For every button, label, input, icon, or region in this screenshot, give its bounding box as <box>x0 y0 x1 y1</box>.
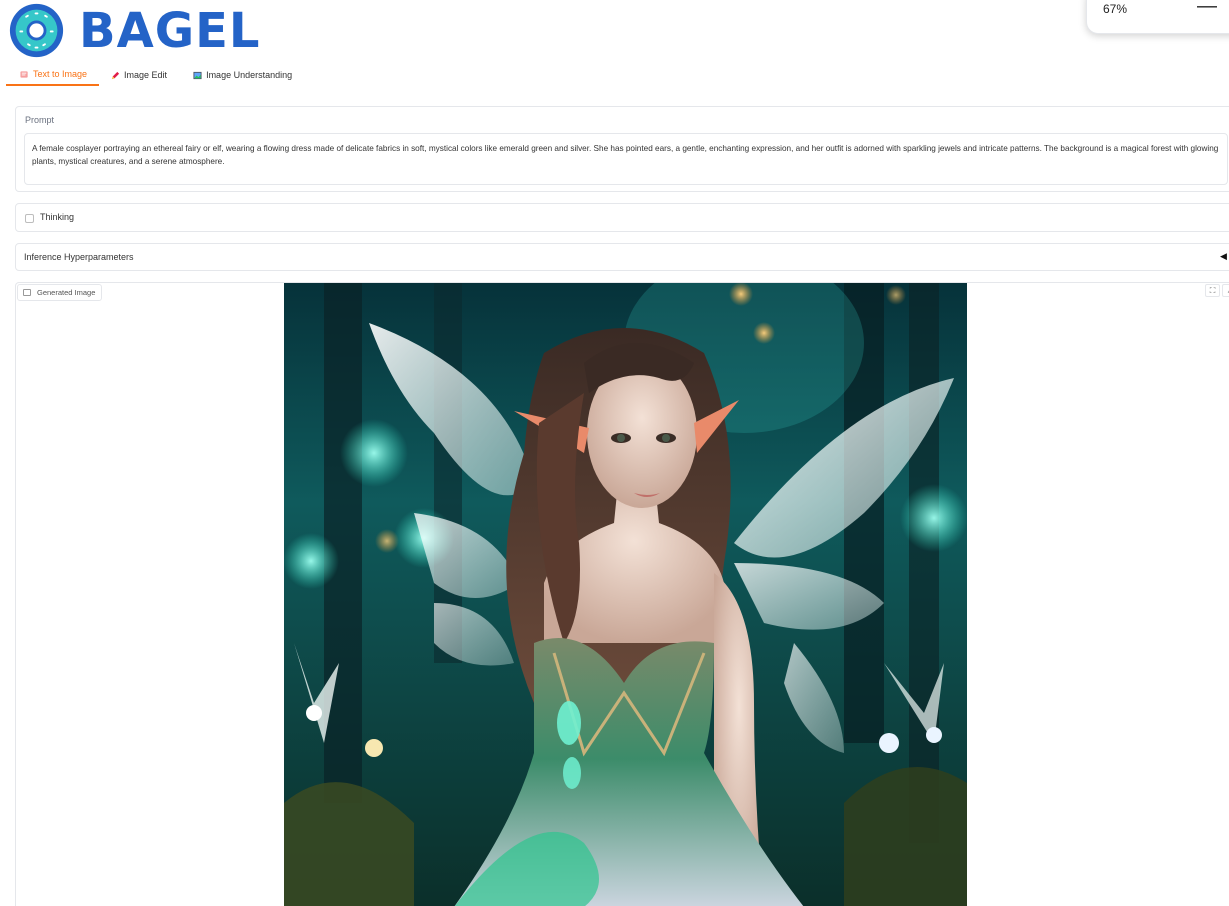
generated-image-label-text: Generated Image <box>37 288 96 297</box>
download-icon[interactable]: ⤓ <box>1222 284 1229 297</box>
generated-image <box>284 283 967 906</box>
zoom-level: 67% <box>1103 2 1128 16</box>
framed-picture-icon <box>193 71 202 79</box>
tab-image-edit-label: Image Edit <box>124 70 168 80</box>
tab-image-understanding-label: Image Understanding <box>206 70 293 80</box>
thinking-panel: Thinking <box>15 203 1229 232</box>
tab-image-understanding[interactable]: Image Understanding <box>179 64 304 86</box>
image-toolbar: ⛶ ⤓ <box>1205 284 1229 297</box>
tab-image-edit[interactable]: Image Edit <box>99 64 179 86</box>
pencil-icon <box>111 71 120 79</box>
thinking-label: Thinking <box>40 212 75 222</box>
fullscreen-icon[interactable]: ⛶ <box>1205 284 1220 297</box>
caret-left-icon[interactable]: ◀ <box>1220 251 1227 262</box>
prompt-label: Prompt <box>25 115 55 125</box>
app-title: BAGEL <box>79 2 261 59</box>
prompt-panel: Prompt A female cosplayer portraying an … <box>15 106 1229 192</box>
tab-text-to-image-label: Text to Image <box>33 69 88 79</box>
pencil-palette-icon <box>20 70 28 78</box>
hyperparameters-accordion[interactable]: Inference Hyperparameters ◀ <box>15 243 1229 271</box>
thinking-checkbox[interactable] <box>25 214 34 223</box>
zoom-popup: 67% — <box>1086 0 1229 34</box>
generated-image-panel: Generated Image ⛶ ⤓ <box>15 282 1229 906</box>
mode-tabs: Text to Image Image Edit Image Understan… <box>6 64 304 86</box>
tab-text-to-image[interactable]: Text to Image <box>6 64 100 86</box>
zoom-out-button[interactable]: — <box>1197 0 1217 16</box>
app-logo: BAGEL <box>8 2 261 59</box>
prompt-input[interactable]: A female cosplayer portraying an etherea… <box>24 133 1228 185</box>
image-icon <box>23 289 31 296</box>
generated-image-label: Generated Image <box>17 284 103 301</box>
bagel-logo-icon <box>9 3 64 58</box>
hyperparameters-label: Inference Hyperparameters <box>24 252 134 262</box>
